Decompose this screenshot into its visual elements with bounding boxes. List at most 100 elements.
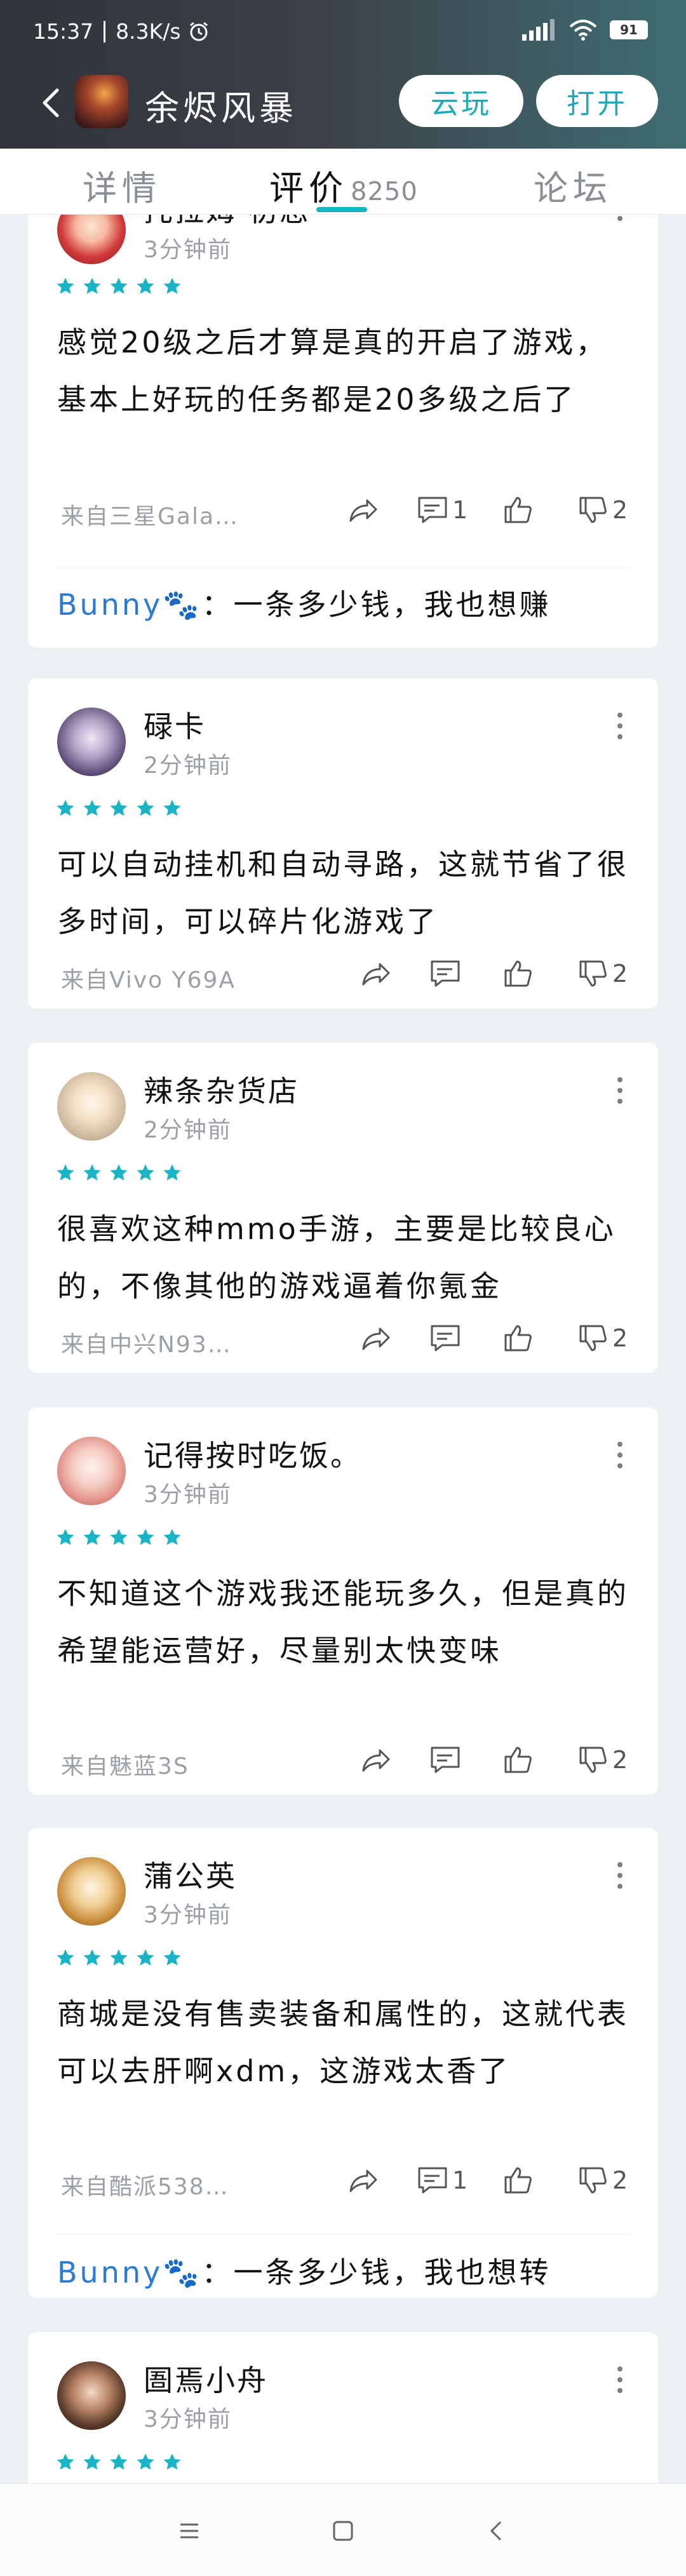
reply-user[interactable]: Bunny🐾 — [57, 587, 202, 622]
back-arrow-icon[interactable] — [33, 84, 71, 122]
star-icon — [83, 1949, 101, 1966]
review-text[interactable]: 商城是没有售卖装备和属性的，这就代表可以去肝啊xdm，这游戏太香了 — [57, 1985, 629, 2100]
like-button[interactable] — [501, 493, 535, 527]
comment-button[interactable] — [428, 956, 462, 991]
comment-button[interactable] — [428, 1321, 462, 1355]
reply-user[interactable]: Bunny🐾 — [57, 2255, 202, 2290]
reviewer-name[interactable]: 蒲公英 — [144, 1853, 237, 1895]
share-button[interactable] — [358, 1321, 393, 1355]
app-title: 余烬风暴 — [145, 88, 297, 128]
like-button[interactable] — [501, 2163, 535, 2197]
tab-bar: 详情 评价 8250 论坛 — [0, 149, 686, 215]
review-text[interactable]: 可以自动挂机和自动寻路，这就节省了很多时间，可以碎片化游戏了 — [57, 836, 629, 950]
reviewer-name[interactable]: 圄焉小舟 — [144, 2358, 268, 2399]
star-rating — [56, 799, 182, 818]
dislike-button[interactable]: 2 — [575, 956, 628, 991]
tab-review-label: 评价 — [269, 168, 348, 208]
review-card: 辣条杂货店 2分钟前 很喜欢这种mmo手游，主要是比较良心的，不像其他的游戏逼着… — [28, 1043, 658, 1373]
star-icon — [57, 1949, 74, 1966]
avatar[interactable] — [57, 1437, 126, 1505]
comment-button[interactable]: 1 — [415, 2163, 467, 2197]
star-icon — [110, 1164, 128, 1181]
tab-review[interactable]: 评价 8250 — [269, 160, 418, 210]
dislike-count: 2 — [612, 1324, 628, 1352]
review-text[interactable]: 感觉20级之后才算是真的开启了游戏，基本上好玩的任务都是20多级之后了 — [57, 314, 629, 428]
review-time: 3分钟前 — [144, 237, 232, 263]
net-speed: 8.3K/s — [116, 19, 181, 44]
dislike-button[interactable]: 2 — [575, 1743, 628, 1777]
share-button[interactable] — [358, 956, 393, 991]
star-icon — [163, 2453, 181, 2470]
app-icon — [75, 75, 128, 128]
comment-icon — [418, 497, 447, 523]
like-button[interactable] — [501, 1743, 535, 1777]
dislike-button[interactable]: 2 — [575, 1321, 628, 1355]
more-options-icon[interactable] — [614, 710, 626, 742]
dislike-button[interactable]: 2 — [575, 2163, 628, 2197]
thumbs-down-icon — [579, 1747, 607, 1773]
comment-button[interactable] — [428, 1743, 462, 1777]
active-tab-indicator — [316, 207, 367, 212]
more-options-icon[interactable] — [614, 215, 626, 224]
back-icon[interactable] — [479, 2513, 514, 2549]
review-text[interactable]: 不知道这个游戏我还能玩多久，但是真的希望能运营好，尽量别太快变味 — [57, 1565, 629, 1679]
avatar[interactable] — [57, 708, 126, 776]
comment-icon — [431, 960, 460, 987]
review-card: 记得按时吃饭。 3分钟前 不知道这个游戏我还能玩多久，但是真的希望能运营好，尽量… — [28, 1407, 658, 1795]
review-list[interactable]: 托拉姆 初恋 3分钟前 感觉20级之后才算是真的开启了游戏，基本上好玩的任务都是… — [0, 215, 686, 2483]
dislike-count: 2 — [612, 1746, 628, 1774]
menu-icon[interactable] — [172, 2513, 207, 2549]
star-icon — [83, 800, 101, 816]
star-rating — [56, 1164, 182, 1183]
reviewer-name[interactable]: 托拉姆 初恋 — [144, 215, 311, 230]
share-button[interactable] — [346, 493, 380, 527]
reviewer-name[interactable]: 记得按时吃饭。 — [144, 1433, 361, 1475]
tab-detail[interactable]: 详情 — [83, 160, 161, 210]
reply-preview[interactable]: Bunny🐾：一条多少钱，我也想赚 — [57, 582, 551, 624]
avatar[interactable] — [57, 1857, 126, 1926]
review-card: 托拉姆 初恋 3分钟前 感觉20级之后才算是真的开启了游戏，基本上好玩的任务都是… — [28, 215, 658, 648]
comment-icon — [431, 1325, 460, 1352]
signal-icon — [522, 19, 555, 41]
share-button[interactable] — [346, 2163, 380, 2197]
star-icon — [163, 1529, 181, 1545]
avatar[interactable] — [57, 215, 126, 264]
cloud-play-button[interactable]: 云玩 — [399, 75, 523, 127]
open-button[interactable]: 打开 — [536, 75, 658, 127]
reply-preview[interactable]: Bunny🐾：一条多少钱，我也想转 — [57, 2250, 551, 2291]
star-icon — [163, 278, 181, 294]
dislike-count: 2 — [612, 2166, 628, 2194]
dislike-button[interactable]: 2 — [575, 493, 628, 527]
star-icon — [137, 1949, 154, 1966]
star-icon — [163, 1164, 181, 1181]
review-text[interactable]: 很喜欢这种mmo手游，主要是比较良心的，不像其他的游戏逼着你氪金 — [57, 1200, 629, 1315]
star-icon — [137, 2453, 154, 2470]
more-options-icon[interactable] — [614, 1439, 626, 1471]
tab-forum[interactable]: 论坛 — [534, 160, 612, 210]
share-icon — [349, 499, 377, 522]
more-options-icon[interactable] — [614, 1860, 626, 1891]
home-icon[interactable] — [325, 2513, 361, 2549]
like-button[interactable] — [501, 956, 535, 991]
comment-count: 1 — [452, 2166, 468, 2194]
more-options-icon[interactable] — [614, 2364, 626, 2396]
star-icon — [57, 800, 74, 816]
share-button[interactable] — [358, 1743, 393, 1777]
dislike-count: 2 — [612, 496, 628, 524]
comment-button[interactable]: 1 — [415, 493, 467, 527]
status-bar: 15:37 8.3K/s 91 — [0, 0, 686, 64]
like-button[interactable] — [501, 1321, 535, 1355]
review-time: 2分钟前 — [144, 753, 232, 779]
avatar[interactable] — [57, 1072, 126, 1141]
reviewer-name[interactable]: 碌卡 — [144, 704, 206, 746]
star-icon — [163, 1949, 181, 1966]
battery-icon: 91 — [610, 20, 648, 39]
star-icon — [137, 1164, 154, 1181]
star-icon — [57, 2453, 74, 2470]
star-icon — [83, 1529, 101, 1545]
thumbs-up-icon — [504, 497, 532, 523]
more-options-icon[interactable] — [614, 1075, 626, 1106]
reviewer-name[interactable]: 辣条杂货店 — [144, 1068, 299, 1110]
avatar[interactable] — [57, 2361, 126, 2430]
reply-text: ：一条多少钱，我也想转 — [201, 2255, 551, 2290]
